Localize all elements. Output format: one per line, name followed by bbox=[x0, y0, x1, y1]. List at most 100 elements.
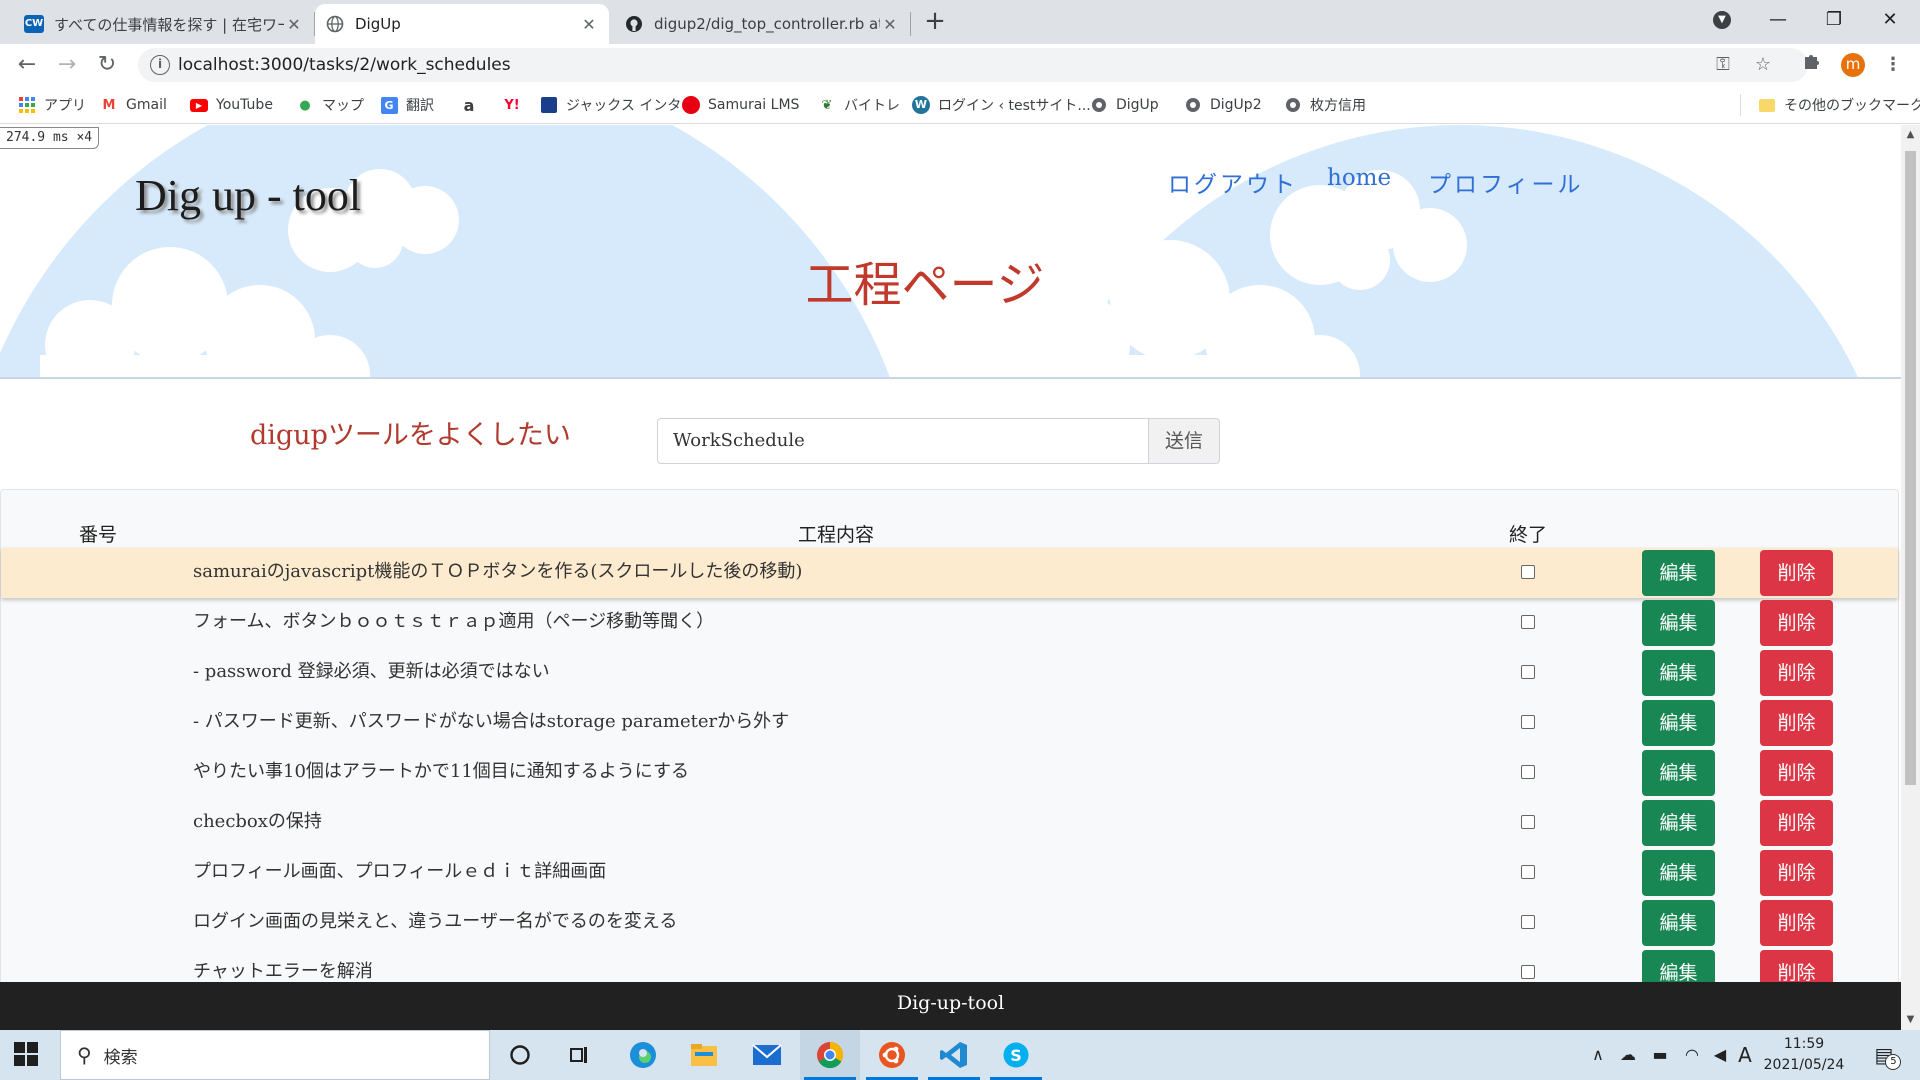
chrome-icon[interactable] bbox=[800, 1030, 860, 1080]
bookmark-wordpress[interactable]: W ログイン ‹ testサイト... bbox=[912, 86, 1091, 124]
bookmark-apps[interactable]: アプリ bbox=[18, 86, 86, 124]
bookmark-label: 枚方信用 bbox=[1310, 98, 1366, 114]
delete-button[interactable]: 削除 bbox=[1760, 650, 1833, 696]
task-view-icon[interactable] bbox=[550, 1030, 610, 1080]
tab-digup[interactable]: DigUp ✕ bbox=[315, 4, 609, 44]
delete-button[interactable]: 削除 bbox=[1760, 700, 1833, 746]
kebab-menu-icon[interactable]: ⋮ bbox=[1878, 50, 1908, 80]
bookmark-label: アプリ bbox=[44, 98, 86, 114]
other-bookmarks[interactable]: その他のブックマーク bbox=[1758, 86, 1920, 124]
edit-button[interactable]: 編集 bbox=[1642, 950, 1715, 982]
delete-button[interactable]: 削除 bbox=[1760, 750, 1833, 796]
done-checkbox[interactable] bbox=[1521, 815, 1535, 829]
scroll-up-arrow-icon[interactable]: ▲ bbox=[1901, 125, 1920, 145]
url-text[interactable]: localhost:3000/tasks/2/work_schedules bbox=[178, 48, 511, 82]
done-checkbox[interactable] bbox=[1521, 915, 1535, 929]
done-checkbox[interactable] bbox=[1521, 615, 1535, 629]
onedrive-cloud-icon[interactable]: ☁ bbox=[1613, 1030, 1643, 1080]
volume-icon[interactable]: ◀ bbox=[1705, 1030, 1735, 1080]
back-arrow-icon[interactable]: ← bbox=[12, 50, 42, 80]
bookmark-star-icon[interactable]: ☆ bbox=[1748, 50, 1778, 80]
edit-button[interactable]: 編集 bbox=[1642, 700, 1715, 746]
bookmark-digup[interactable]: DigUp bbox=[1090, 86, 1159, 124]
cortana-icon[interactable] bbox=[490, 1030, 550, 1080]
battery-icon[interactable]: ▬ bbox=[1645, 1030, 1675, 1080]
done-checkbox[interactable] bbox=[1521, 965, 1535, 979]
edit-button[interactable]: 編集 bbox=[1642, 650, 1715, 696]
taskbar-search-box[interactable]: ⚲ 検索 bbox=[60, 1030, 490, 1080]
extensions-puzzle-icon[interactable] bbox=[1796, 50, 1826, 80]
key-icon[interactable]: ⚿ bbox=[1708, 50, 1738, 80]
close-tab-icon[interactable]: ✕ bbox=[880, 15, 900, 34]
delete-button[interactable]: 削除 bbox=[1760, 850, 1833, 896]
mail-icon[interactable] bbox=[737, 1030, 797, 1080]
close-window-button[interactable]: ✕ bbox=[1862, 0, 1918, 40]
wifi-icon[interactable]: ◠ bbox=[1677, 1030, 1707, 1080]
nav-logout-link[interactable]: ログアウト bbox=[1168, 165, 1298, 199]
delete-button[interactable]: 削除 bbox=[1760, 550, 1833, 596]
edit-button[interactable]: 編集 bbox=[1642, 550, 1715, 596]
reload-icon[interactable]: ↻ bbox=[92, 50, 122, 80]
vscode-icon[interactable] bbox=[924, 1030, 984, 1080]
profile-avatar[interactable]: m bbox=[1841, 53, 1865, 77]
edit-button[interactable]: 編集 bbox=[1642, 850, 1715, 896]
restore-button[interactable]: ❐ bbox=[1806, 0, 1862, 40]
minimize-button[interactable]: — bbox=[1750, 0, 1806, 40]
done-checkbox[interactable] bbox=[1521, 565, 1535, 579]
bookmark-youtube[interactable]: ▶ YouTube bbox=[190, 86, 273, 124]
taskbar-clock[interactable]: 11:59 2021/05/24 bbox=[1754, 1034, 1854, 1076]
tab-search-button[interactable]: ▼ bbox=[1694, 0, 1750, 40]
bookmark-maps[interactable]: ● マップ bbox=[296, 86, 364, 124]
ubuntu-icon[interactable] bbox=[862, 1030, 922, 1080]
delete-button[interactable]: 削除 bbox=[1760, 600, 1833, 646]
address-bar[interactable]: i localhost:3000/tasks/2/work_schedules … bbox=[138, 48, 1808, 82]
windows-taskbar: ⚲ 検索 S ∧ ☁ ▬ ◠ ◀ A 11:59 2021/05/24 ▤ 5 bbox=[0, 1030, 1920, 1080]
skype-icon[interactable]: S bbox=[986, 1030, 1046, 1080]
site-info-icon[interactable]: i bbox=[150, 55, 170, 75]
tab-github[interactable]: digup2/dig_top_controller.rb at m ✕ bbox=[614, 4, 910, 44]
bookmark-samurai-lms[interactable]: Samurai LMS bbox=[682, 86, 799, 124]
bookmark-digup2[interactable]: DigUp2 bbox=[1184, 86, 1262, 124]
close-tab-icon[interactable]: ✕ bbox=[579, 15, 599, 34]
jaccs-icon bbox=[540, 96, 558, 114]
done-checkbox[interactable] bbox=[1521, 665, 1535, 679]
bookmark-yahoo[interactable]: Y! bbox=[500, 86, 532, 124]
bookmark-baitore[interactable]: ❦ バイトレ bbox=[818, 86, 900, 124]
site-logo[interactable]: Dig up - tool bbox=[135, 170, 361, 221]
edit-button[interactable]: 編集 bbox=[1642, 900, 1715, 946]
work-schedule-input[interactable]: WorkSchedule bbox=[657, 418, 1149, 464]
bookmark-amazon[interactable]: a bbox=[460, 86, 486, 124]
scroll-down-arrow-icon[interactable]: ▼ bbox=[1901, 1010, 1920, 1030]
done-checkbox[interactable] bbox=[1521, 865, 1535, 879]
edit-button[interactable]: 編集 bbox=[1642, 600, 1715, 646]
new-tab-button[interactable]: + bbox=[920, 6, 950, 36]
row-content: プロフィール画面、プロフィールｅｄｉｔ詳細画面 bbox=[193, 861, 607, 882]
submit-button[interactable]: 送信 bbox=[1148, 418, 1220, 464]
delete-button[interactable]: 削除 bbox=[1760, 800, 1833, 846]
close-tab-icon[interactable]: ✕ bbox=[284, 15, 304, 34]
tab-crowdworks[interactable]: CW すべての仕事情報を探す | 在宅ワーク ✕ bbox=[14, 4, 314, 44]
bookmark-gmail[interactable]: M Gmail bbox=[100, 86, 167, 124]
file-explorer-icon[interactable] bbox=[674, 1030, 734, 1080]
windows-start-icon[interactable] bbox=[14, 1042, 40, 1068]
forward-arrow-icon[interactable]: → bbox=[52, 50, 82, 80]
page-scrollbar[interactable]: ▲ ▼ bbox=[1901, 125, 1920, 1030]
bookmark-label: その他のブックマーク bbox=[1784, 98, 1920, 114]
bookmark-jaccs[interactable]: ジャックス インタ bbox=[540, 86, 681, 124]
notification-center-icon[interactable]: ▤ 5 bbox=[1864, 1030, 1904, 1080]
edit-button[interactable]: 編集 bbox=[1642, 750, 1715, 796]
table-row: - パスワード更新、パスワードがない場合はstorage parameterから… bbox=[1, 698, 1898, 748]
ime-mode-indicator[interactable]: A bbox=[1734, 1030, 1756, 1080]
done-checkbox[interactable] bbox=[1521, 765, 1535, 779]
done-checkbox[interactable] bbox=[1521, 715, 1535, 729]
bookmark-hirakata[interactable]: 枚方信用 bbox=[1284, 86, 1366, 124]
scrollbar-thumb[interactable] bbox=[1905, 151, 1916, 785]
edge-browser-icon[interactable] bbox=[613, 1030, 673, 1080]
nav-home-link[interactable]: home bbox=[1327, 165, 1391, 191]
bookmark-translate[interactable]: G 翻訳 bbox=[380, 86, 434, 124]
nav-profile-link[interactable]: プロフィール bbox=[1428, 165, 1584, 199]
edit-button[interactable]: 編集 bbox=[1642, 800, 1715, 846]
tray-chevron-up-icon[interactable]: ∧ bbox=[1585, 1030, 1611, 1080]
delete-button[interactable]: 削除 bbox=[1760, 950, 1833, 982]
delete-button[interactable]: 削除 bbox=[1760, 900, 1833, 946]
